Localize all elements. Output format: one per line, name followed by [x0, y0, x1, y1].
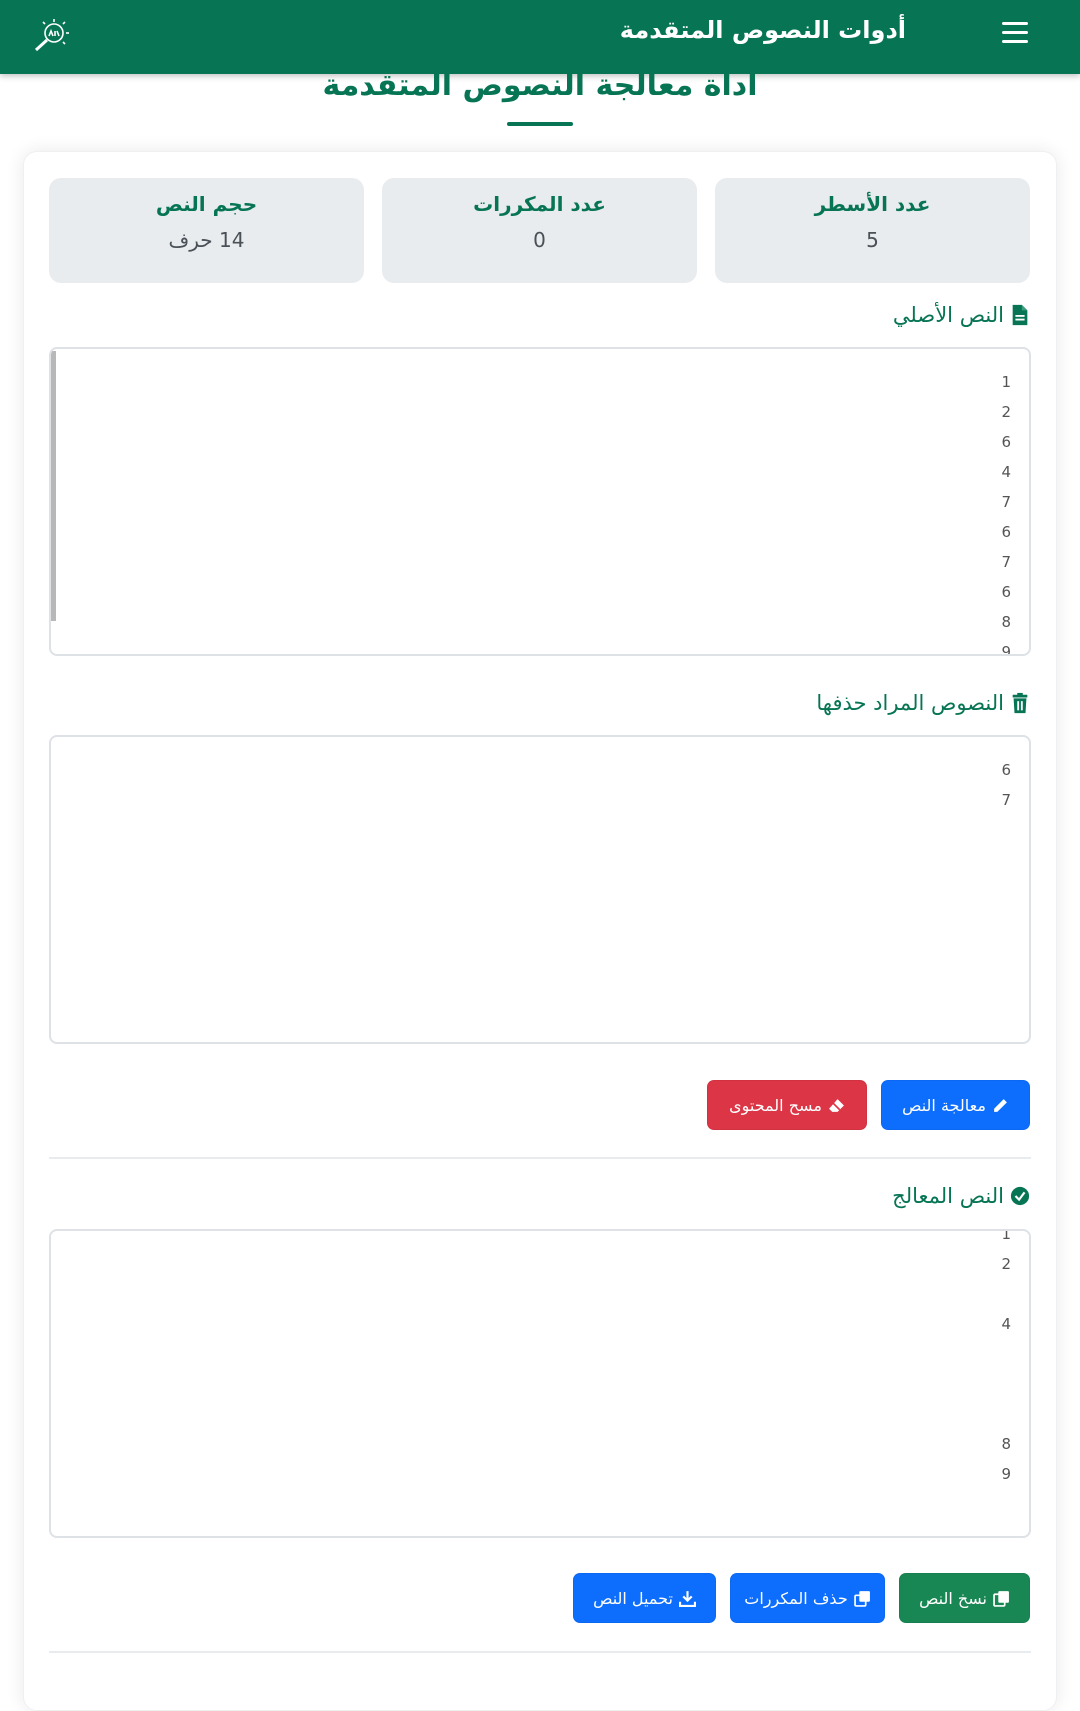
- stat-size: حجم النص 14 حرف: [49, 178, 364, 283]
- remove-text-label-text: النصوص المراد حذفها: [816, 691, 1004, 715]
- eraser-icon: [828, 1098, 844, 1112]
- section-divider: [49, 1157, 1031, 1159]
- result-line: [1001, 1369, 1011, 1399]
- title-underline: [507, 122, 573, 126]
- remove-line: 6: [1001, 761, 1011, 779]
- result-line: [1001, 1279, 1011, 1309]
- stat-lines-label: عدد الأسطر: [814, 192, 931, 216]
- textarea-scrollbar[interactable]: [51, 351, 56, 621]
- result-line: 4: [1001, 1315, 1011, 1333]
- original-text-label-text: النص الأصلي: [892, 303, 1004, 327]
- stat-duplicates: عدد المكررات 0: [382, 178, 697, 283]
- result-text-label-text: النص المعالج: [892, 1184, 1004, 1208]
- remove-line: 7: [1001, 791, 1011, 809]
- original-line: 7: [1001, 493, 1011, 511]
- navbar: أدوات النصوص المتقدمة: [0, 0, 1080, 74]
- original-line: 2: [1001, 403, 1011, 421]
- navbar-title[interactable]: أدوات النصوص المتقدمة: [620, 16, 906, 44]
- result-line: 8: [1001, 1435, 1011, 1453]
- original-line: 6: [1001, 523, 1011, 541]
- magnifier-logo-icon[interactable]: [28, 16, 72, 54]
- original-line: 9: [1001, 643, 1011, 656]
- result-text-label: النص المعالج: [892, 1184, 1030, 1208]
- original-text-label: النص الأصلي: [893, 303, 1030, 327]
- result-line: 9: [1001, 1465, 1011, 1483]
- result-text-content: 1 2 4 8 9: [1001, 1229, 1011, 1489]
- original-line: 6: [1001, 433, 1011, 451]
- result-line: [1001, 1399, 1011, 1429]
- bottom-divider: [49, 1651, 1031, 1653]
- page-title: أداة معالجة النصوص المتقدمة: [322, 68, 758, 103]
- copy-icon: [993, 1590, 1009, 1607]
- stat-size-value: 14 حرف: [168, 228, 245, 252]
- original-text-content: 1 2 6 4 7 6 7 6 8 9: [1001, 367, 1011, 656]
- stat-duplicates-value: 0: [533, 228, 546, 252]
- stat-duplicates-label: عدد المكررات: [473, 192, 606, 216]
- trash-icon: [1012, 692, 1028, 714]
- remove-text-label: النصوص المراد حذفها: [816, 691, 1030, 715]
- remove-duplicates-button-label: حذف المكررات: [744, 1588, 848, 1608]
- original-line: 8: [1001, 613, 1011, 631]
- download-text-button-label: تحميل النص: [593, 1588, 673, 1608]
- remove-text-content: 67: [1001, 755, 1011, 815]
- copy-text-button-label: نسخ النص: [919, 1588, 987, 1608]
- copy-text-button[interactable]: نسخ النص: [899, 1573, 1030, 1623]
- remove-text-area[interactable]: 67: [49, 735, 1031, 1044]
- stat-size-label: حجم النص: [155, 192, 258, 216]
- duplicate-icon: [853, 1590, 870, 1607]
- stat-lines-value: 5: [866, 228, 879, 252]
- check-circle-icon: [1010, 1186, 1030, 1206]
- original-text-area[interactable]: 1 2 6 4 7 6 7 6 8 9: [49, 347, 1031, 656]
- original-line: 7: [1001, 553, 1011, 571]
- process-text-button-label: معالجة النص: [902, 1095, 986, 1115]
- stat-lines: عدد الأسطر 5: [715, 178, 1030, 283]
- original-line: 6: [1001, 583, 1011, 601]
- result-text-area[interactable]: 1 2 4 8 9: [49, 1229, 1031, 1538]
- original-line: 1: [1001, 373, 1011, 391]
- result-line: 1: [1001, 1229, 1011, 1243]
- clear-content-button[interactable]: مسح المحتوى: [707, 1080, 867, 1130]
- result-line: 2: [1001, 1255, 1011, 1273]
- original-line: 4: [1001, 463, 1011, 481]
- result-line: [1001, 1339, 1011, 1369]
- pencil-icon: [994, 1098, 1007, 1112]
- remove-duplicates-button[interactable]: حذف المكررات: [730, 1573, 885, 1623]
- download-text-button[interactable]: تحميل النص: [573, 1573, 716, 1623]
- hamburger-icon[interactable]: [1002, 22, 1028, 46]
- clear-content-button-label: مسح المحتوى: [729, 1095, 822, 1115]
- download-icon: [678, 1590, 696, 1607]
- process-text-button[interactable]: معالجة النص: [881, 1080, 1030, 1130]
- file-icon: [1012, 304, 1028, 326]
